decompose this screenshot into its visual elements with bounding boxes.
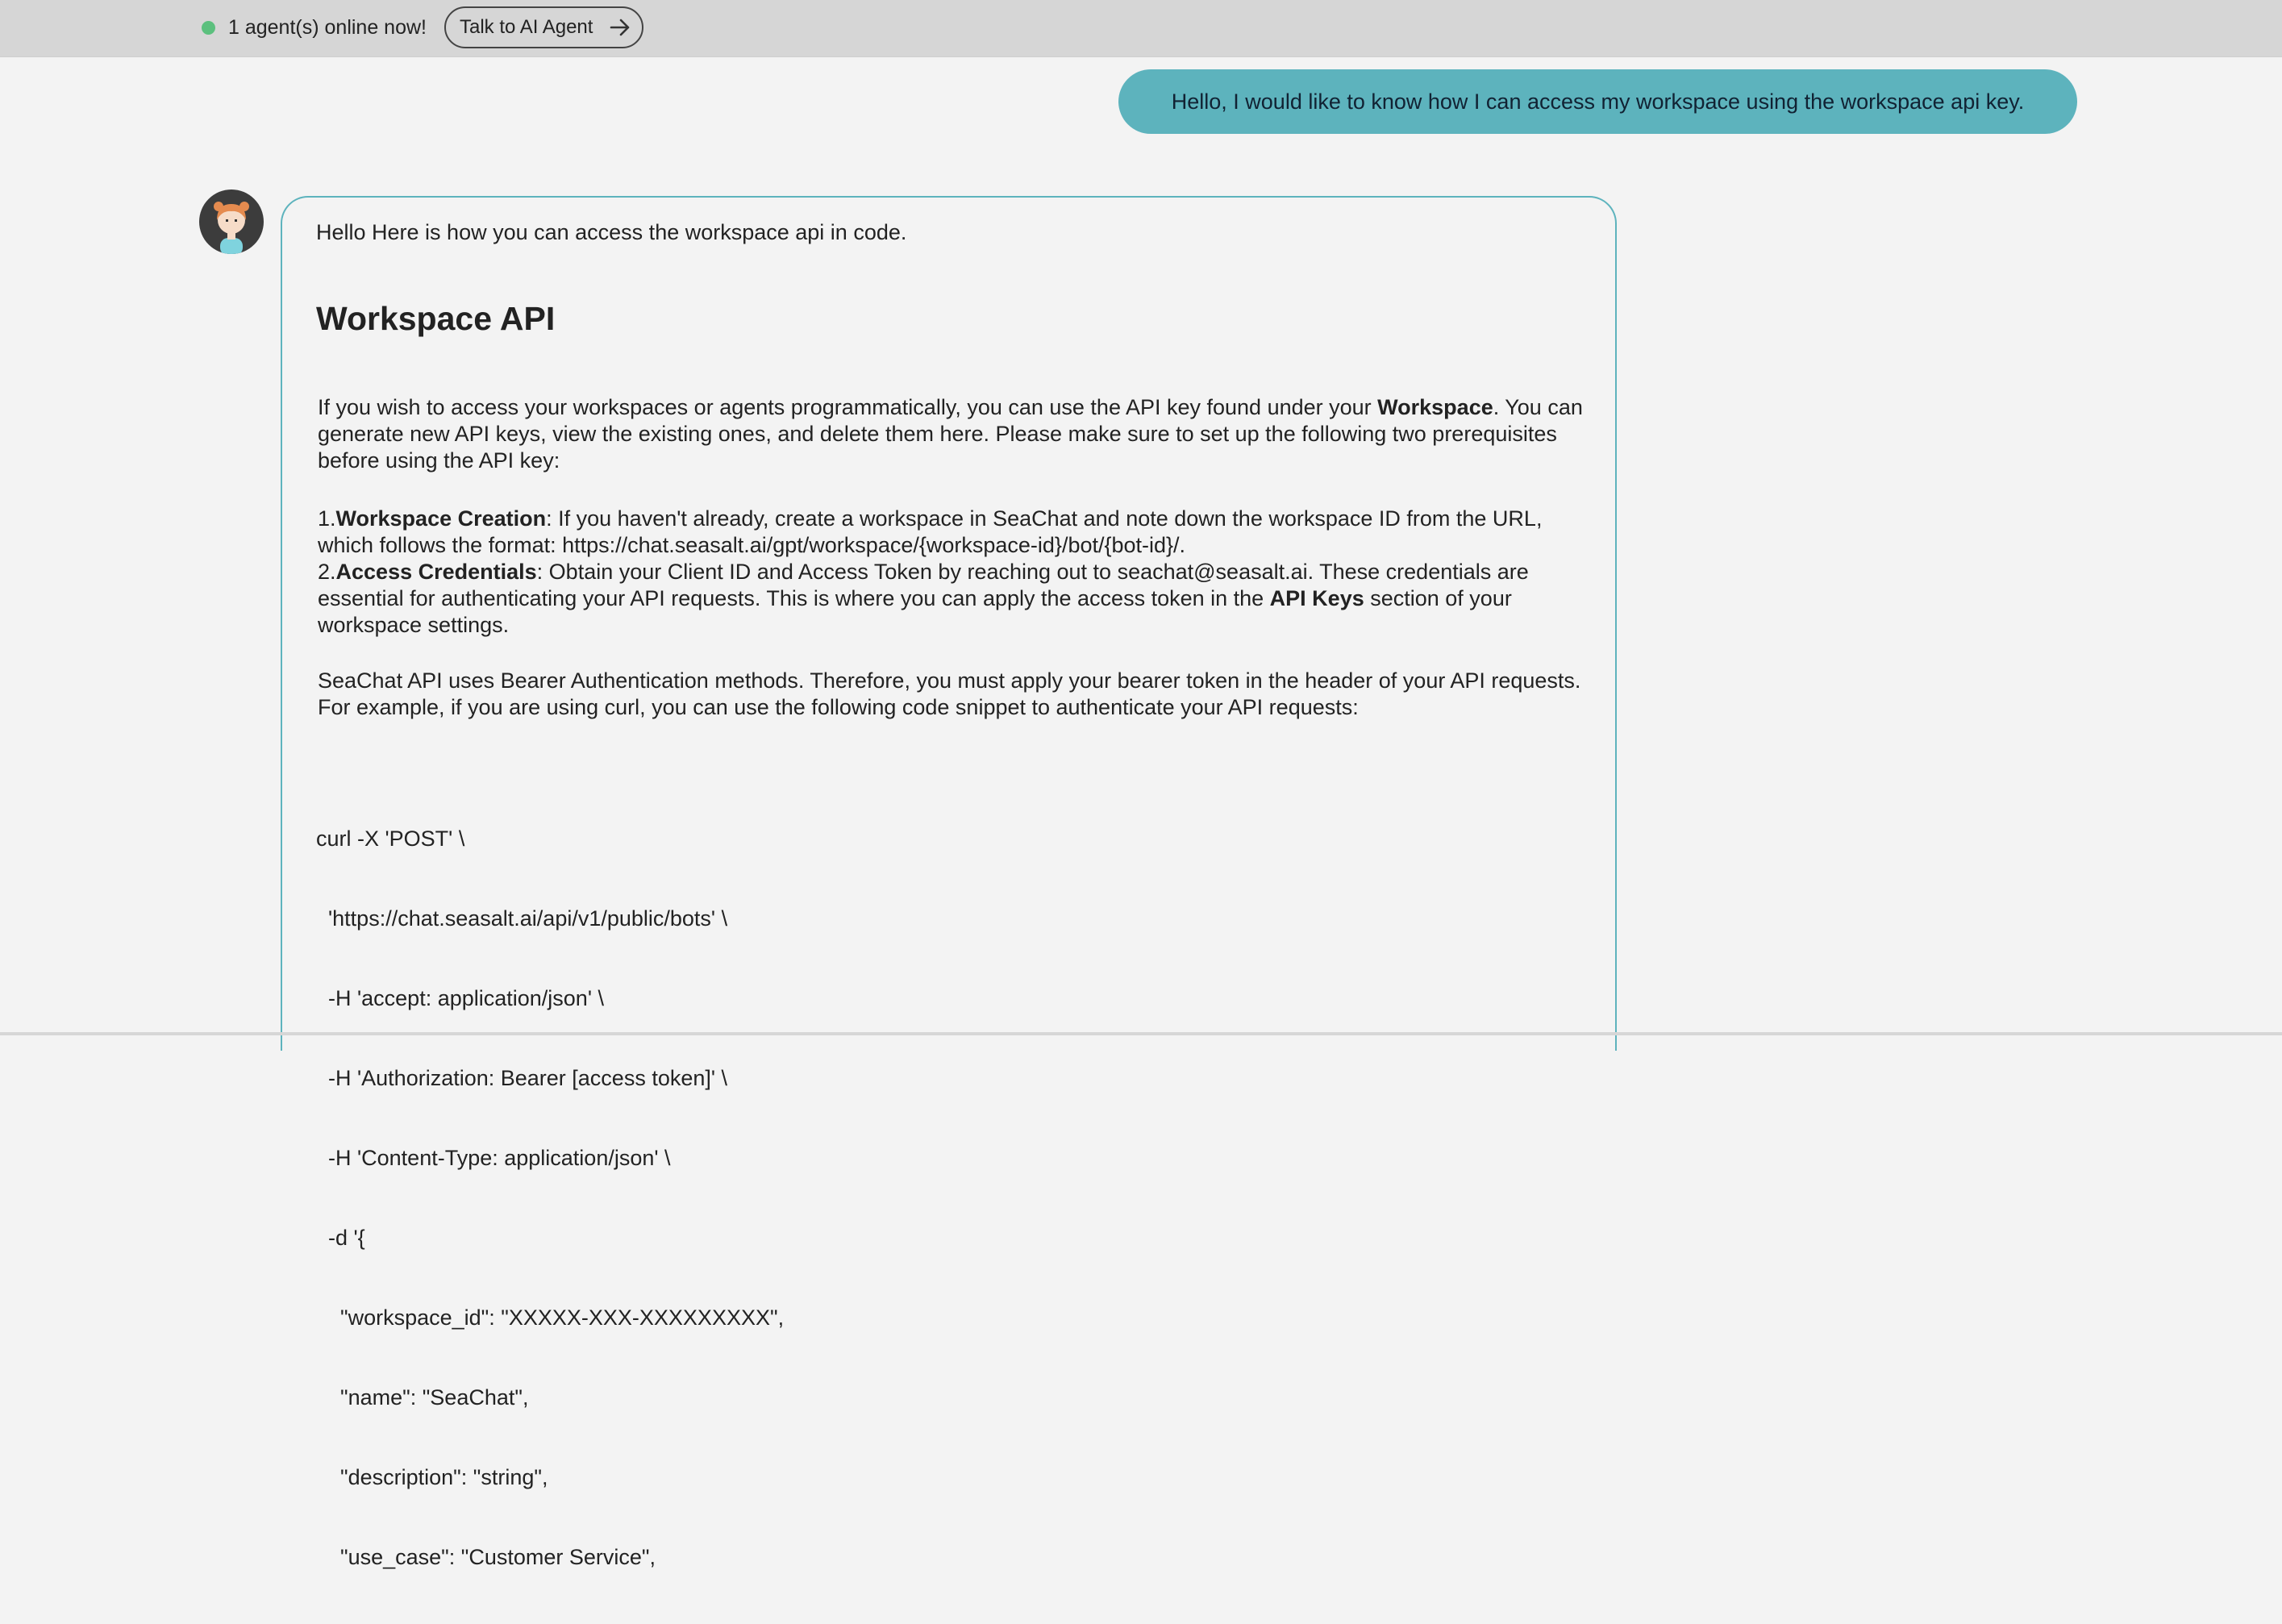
online-status-text: 1 agent(s) online now! bbox=[228, 16, 427, 39]
code-line: -H 'Content-Type: application/json' \ bbox=[316, 1146, 671, 1170]
code-line: "workspace_id": "XXXXX-XXX-XXXXXXXXX", bbox=[316, 1305, 785, 1330]
agent-avatar-icon bbox=[214, 202, 249, 254]
agent-intro-text: Hello Here is how you can access the wor… bbox=[316, 220, 907, 244]
user-message-bubble: Hello, I would like to know how I can ac… bbox=[1118, 69, 2077, 134]
agent-avatar bbox=[199, 189, 264, 254]
code-line: 'https://chat.seasalt.ai/api/v1/public/b… bbox=[316, 906, 728, 931]
code-line: -H 'Authorization: Bearer [access token]… bbox=[316, 1066, 728, 1090]
code-line: -d '{ bbox=[316, 1226, 365, 1250]
curl-code-snippet: curl -X 'POST' \ 'https://chat.seasalt.a… bbox=[316, 772, 784, 1624]
talk-to-ai-agent-button[interactable]: Talk to AI Agent bbox=[444, 6, 643, 48]
api-key-paragraph: If you wish to access your workspaces or… bbox=[318, 395, 1583, 473]
online-status-dot bbox=[202, 21, 215, 35]
prerequisite-item-2: 2.Access Credentials: Obtain your Client… bbox=[318, 560, 1529, 637]
prerequisite-item-1: 1.Workspace Creation: If you haven't alr… bbox=[318, 506, 1543, 557]
top-status-bar: 1 agent(s) online now! Talk to AI Agent bbox=[0, 0, 2282, 57]
code-line: "use_case": "Customer Service", bbox=[316, 1545, 656, 1569]
talk-button-label: Talk to AI Agent bbox=[460, 16, 593, 38]
code-line: "description": "string", bbox=[316, 1465, 548, 1489]
arrow-right-icon bbox=[610, 19, 630, 36]
code-line: curl -X 'POST' \ bbox=[316, 827, 465, 851]
code-line: "name": "SeaChat", bbox=[316, 1385, 529, 1410]
prerequisites-list: 1.Workspace Creation: If you haven't alr… bbox=[318, 506, 1592, 639]
code-line: -H 'accept: application/json' \ bbox=[316, 986, 604, 1010]
bearer-auth-paragraph: SeaChat API uses Bearer Authentication m… bbox=[318, 668, 1581, 719]
bottom-divider bbox=[0, 1032, 2282, 1035]
agent-message-bubble: Hello Here is how you can access the wor… bbox=[281, 196, 1617, 1569]
workspace-api-heading: Workspace API bbox=[316, 300, 556, 337]
